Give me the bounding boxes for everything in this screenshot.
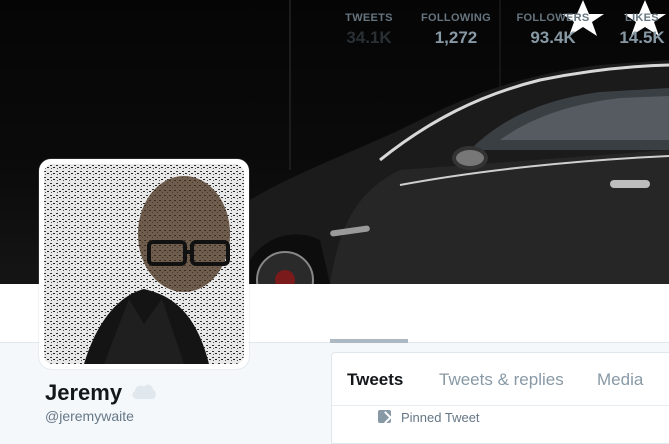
profile-name: Jeremy xyxy=(45,380,123,405)
tab-tweets-replies[interactable]: Tweets & replies xyxy=(439,370,564,390)
pin-icon xyxy=(378,410,391,423)
stat-tweets-value: 34.1K xyxy=(346,28,392,47)
stat-likes-label: LIKES xyxy=(625,12,659,24)
tab-tweets[interactable]: Tweets xyxy=(347,370,403,390)
cloud-icon xyxy=(132,384,156,399)
stat-following[interactable]: FOLLOWING 1,272 xyxy=(414,0,498,58)
profile-avatar-frame[interactable] xyxy=(39,159,249,369)
stat-followers-label: FOLLOWERS xyxy=(516,12,590,24)
pinned-tweet-label: Pinned Tweet xyxy=(401,410,480,425)
tab-media[interactable]: Media xyxy=(597,370,643,390)
timeline-panel: Tweets Tweets & replies Media Pinned Twe… xyxy=(331,352,669,444)
stat-followers-value: 93.4K xyxy=(530,28,576,47)
stat-following-value: 1,272 xyxy=(434,28,478,47)
stat-following-label: FOLLOWING xyxy=(421,12,491,24)
avatar xyxy=(44,164,244,364)
avatar-photo xyxy=(44,164,244,364)
stat-tweets-label: TWEETS xyxy=(345,12,393,24)
stat-followers[interactable]: FOLLOWERS 93.4K xyxy=(510,0,596,58)
timeline-tabs: Tweets Tweets & replies Media xyxy=(332,353,669,406)
stat-tweets[interactable]: TWEETS 34.1K xyxy=(330,0,408,58)
active-stat-underline xyxy=(330,339,408,343)
stat-likes[interactable]: LIKES 14.5K xyxy=(612,0,669,58)
stat-likes-value: 14.5K xyxy=(619,28,665,47)
profile-handle[interactable]: @jeremywaite xyxy=(45,408,134,424)
